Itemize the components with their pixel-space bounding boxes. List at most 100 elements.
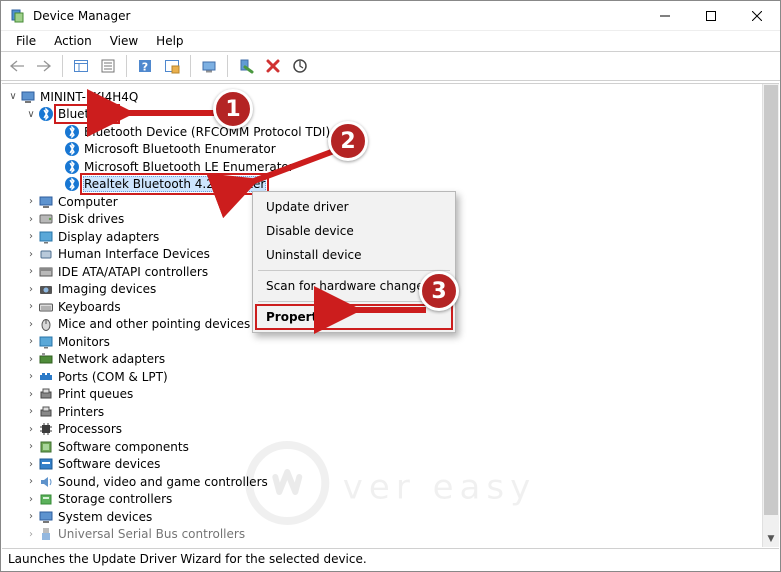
ctx-update-driver[interactable]: Update driver xyxy=(256,195,452,219)
forward-button[interactable] xyxy=(32,54,56,78)
enable-device-button[interactable] xyxy=(234,54,258,78)
tree-label: Network adapters xyxy=(57,352,166,366)
tree-category[interactable]: ›Software components xyxy=(2,438,779,456)
tree-label: Display adapters xyxy=(57,230,160,244)
expand-icon[interactable]: › xyxy=(24,249,38,260)
expand-icon[interactable]: › xyxy=(24,319,38,330)
tree-label: Microsoft Bluetooth Enumerator xyxy=(83,142,277,156)
bluetooth-icon xyxy=(64,124,80,140)
annotation-badge-3: 3 xyxy=(419,271,459,311)
title-bar: Device Manager xyxy=(1,1,780,31)
svg-text:?: ? xyxy=(142,61,148,74)
tree-category[interactable]: › Print queues xyxy=(2,386,779,404)
tree-category[interactable]: ›Monitors xyxy=(2,333,779,351)
tree-label: Bluetooth xyxy=(57,107,117,121)
ctx-disable-device[interactable]: Disable device xyxy=(256,219,452,243)
tree-label: Realtek Bluetooth 4.2 Adapter xyxy=(83,176,266,192)
scrollbar[interactable]: ▲ ▼ xyxy=(762,84,779,547)
tree-category[interactable]: ›Printers xyxy=(2,403,779,421)
ctx-uninstall-device[interactable]: Uninstall device xyxy=(256,243,452,267)
menu-action[interactable]: Action xyxy=(45,32,101,50)
expand-icon[interactable]: › xyxy=(24,301,38,312)
tree-category[interactable]: ›System devices xyxy=(2,508,779,526)
expand-icon[interactable]: › xyxy=(24,231,38,242)
annotation-badge-1: 1 xyxy=(213,89,253,129)
expand-icon[interactable]: › xyxy=(24,336,38,347)
expand-icon[interactable]: › xyxy=(24,406,38,417)
scroll-thumb[interactable] xyxy=(764,85,778,515)
expand-icon[interactable]: › xyxy=(24,494,38,505)
menu-file[interactable]: File xyxy=(7,32,45,50)
port-icon xyxy=(38,369,54,385)
display-icon xyxy=(38,229,54,245)
minimize-button[interactable] xyxy=(642,1,688,31)
scroll-down-icon[interactable]: ▼ xyxy=(763,530,779,547)
tree-item[interactable]: Bluetooth Device (RFCOMM Protocol TDI) xyxy=(2,123,779,141)
window-title: Device Manager xyxy=(33,9,130,23)
update-driver-button[interactable] xyxy=(197,54,221,78)
bluetooth-icon xyxy=(64,159,80,175)
expand-icon[interactable]: › xyxy=(24,266,38,277)
expand-icon[interactable]: › xyxy=(24,459,38,470)
ctx-properties[interactable]: Properties xyxy=(256,305,452,329)
tree-label: Storage controllers xyxy=(57,492,173,506)
close-button[interactable] xyxy=(734,1,780,31)
tree-label: Print queues xyxy=(57,387,134,401)
expand-icon[interactable]: › xyxy=(24,389,38,400)
tree-category[interactable]: › Universal Serial Bus controllers xyxy=(2,526,779,544)
menu-help[interactable]: Help xyxy=(147,32,192,50)
tree-category-bluetooth[interactable]: ∨ Bluetooth xyxy=(2,106,779,124)
expand-icon[interactable]: ∨ xyxy=(6,91,20,102)
bluetooth-icon xyxy=(64,141,80,157)
sound-icon xyxy=(38,474,54,490)
expand-icon[interactable]: › xyxy=(24,476,38,487)
expand-icon[interactable]: › xyxy=(24,284,38,295)
tree-category[interactable]: ›Processors xyxy=(2,421,779,439)
printer-icon xyxy=(38,404,54,420)
tree-category[interactable]: › Network adapters xyxy=(2,351,779,369)
tree-item[interactable]: Microsoft Bluetooth LE Enumerator xyxy=(2,158,779,176)
tree-label: Human Interface Devices xyxy=(57,247,211,261)
menu-bar: File Action View Help xyxy=(1,31,780,51)
uninstall-device-button[interactable] xyxy=(261,54,285,78)
monitor-icon xyxy=(38,334,54,350)
expand-icon[interactable]: › xyxy=(24,424,38,435)
back-button[interactable] xyxy=(5,54,29,78)
tree-label: Universal Serial Bus controllers xyxy=(57,527,246,541)
tree-label: MININT-PKJ4H4Q xyxy=(39,90,139,104)
maximize-button[interactable] xyxy=(688,1,734,31)
expand-icon[interactable]: › xyxy=(24,511,38,522)
help-button[interactable]: ? xyxy=(133,54,157,78)
show-hide-console-tree-button[interactable] xyxy=(69,54,93,78)
camera-icon xyxy=(38,281,54,297)
tree-category[interactable]: ›Sound, video and game controllers xyxy=(2,473,779,491)
separator xyxy=(258,270,450,271)
sw-device-icon xyxy=(38,456,54,472)
expand-icon[interactable]: › xyxy=(24,196,38,207)
tree-label: Ports (COM & LPT) xyxy=(57,370,169,384)
scan-hardware-button[interactable] xyxy=(288,54,312,78)
tree-label: Imaging devices xyxy=(57,282,157,296)
expand-icon[interactable]: ∨ xyxy=(24,109,38,120)
expand-icon[interactable]: › xyxy=(24,214,38,225)
expand-icon[interactable]: › xyxy=(24,371,38,382)
storage-icon xyxy=(38,491,54,507)
tree-category[interactable]: › Ports (COM & LPT) xyxy=(2,368,779,386)
usb-icon xyxy=(38,526,54,542)
expand-icon[interactable]: › xyxy=(24,441,38,452)
action-button[interactable] xyxy=(160,54,184,78)
tree-label: Mice and other pointing devices xyxy=(57,317,251,331)
tree-category[interactable]: › Storage controllers xyxy=(2,491,779,509)
tree-category[interactable]: ›Software devices xyxy=(2,456,779,474)
expand-icon[interactable]: › xyxy=(24,529,38,540)
computer-icon xyxy=(20,89,36,105)
expand-icon[interactable]: › xyxy=(24,354,38,365)
tree-item[interactable]: Microsoft Bluetooth Enumerator xyxy=(2,141,779,159)
tree-root[interactable]: ∨ MININT-PKJ4H4Q xyxy=(2,88,779,106)
monitor-icon xyxy=(38,194,54,210)
annotation-badge-2: 2 xyxy=(328,121,368,161)
tree-label: Disk drives xyxy=(57,212,125,226)
menu-view[interactable]: View xyxy=(101,32,147,50)
properties-button[interactable] xyxy=(96,54,120,78)
toolbar: ? xyxy=(1,51,780,81)
